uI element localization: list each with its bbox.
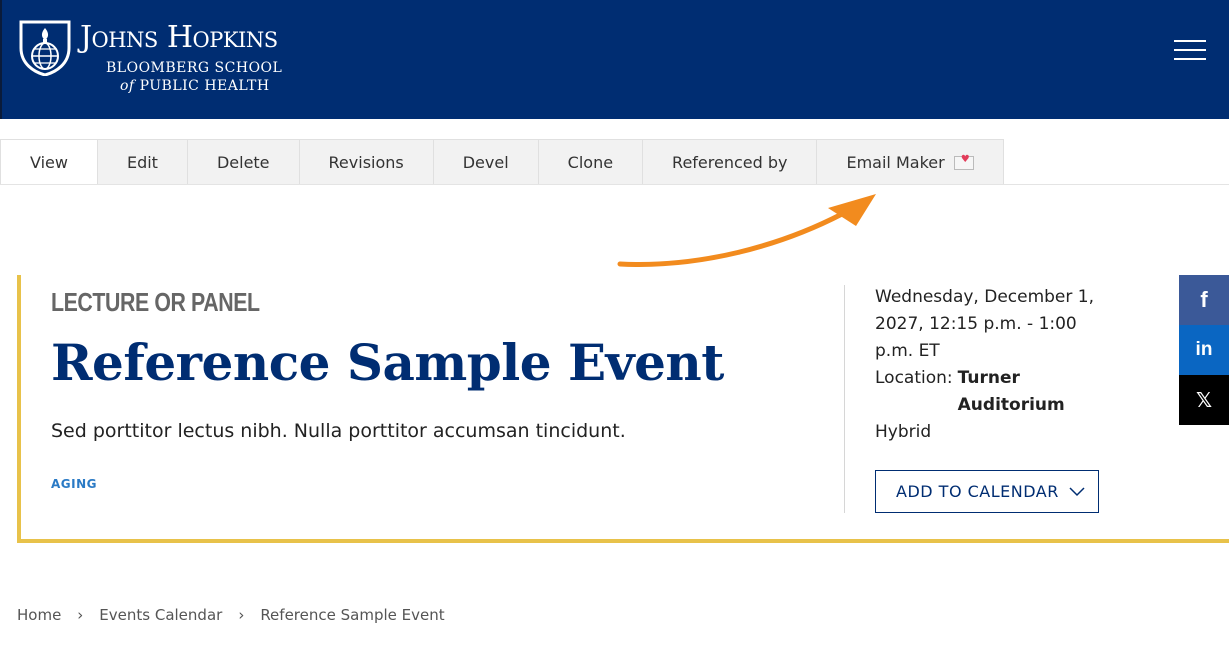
tab-clone[interactable]: Clone xyxy=(537,139,644,184)
event-type: LECTURE OR PANEL xyxy=(51,287,260,317)
logo-subtitle-school: BLOOMBERG SCHOOL xyxy=(106,60,283,76)
annotation-arrow-icon xyxy=(617,194,876,267)
jhu-logo[interactable]: Johns Hopkins BLOOMBERG SCHOOL of PUBLIC… xyxy=(18,18,318,100)
breadcrumb-separator: › xyxy=(77,606,84,624)
linkedin-icon[interactable]: in xyxy=(1179,325,1229,375)
location-value: Turner Auditorium xyxy=(957,368,1065,415)
x-icon[interactable]: 𝕏 xyxy=(1179,375,1229,425)
tab-email-maker-label: Email Maker xyxy=(846,153,945,172)
event-meta: Wednesday, December 1, 2027, 12:15 p.m. … xyxy=(875,284,1115,446)
tab-referenced-by[interactable]: Referenced by xyxy=(642,139,818,184)
breadcrumb: Home › Events Calendar › Reference Sampl… xyxy=(17,606,445,624)
social-share-bar: f in 𝕏 xyxy=(1179,275,1229,425)
hamburger-icon[interactable] xyxy=(1174,40,1206,66)
breadcrumb-events-calendar[interactable]: Events Calendar xyxy=(99,606,222,624)
event-description: Sed porttitor lectus nibh. Nulla porttit… xyxy=(51,420,626,442)
breadcrumb-home[interactable]: Home xyxy=(17,606,61,624)
event-tag-link[interactable]: AGING xyxy=(51,477,97,491)
facebook-icon[interactable]: f xyxy=(1179,275,1229,325)
event-card: LECTURE OR PANEL Reference Sample Event … xyxy=(17,275,1229,543)
location-label: Location: xyxy=(875,368,953,388)
add-to-calendar-button[interactable]: ADD TO CALENDAR xyxy=(875,470,1099,513)
tab-edit[interactable]: Edit xyxy=(96,139,188,184)
event-datetime: Wednesday, December 1, 2027, 12:15 p.m. … xyxy=(875,287,1095,361)
breadcrumb-current: Reference Sample Event xyxy=(260,606,445,624)
logo-title: Johns Hopkins xyxy=(80,20,278,55)
admin-tabs: View Edit Delete Revisions Devel Clone R… xyxy=(0,139,1229,185)
breadcrumb-separator: › xyxy=(238,606,245,624)
shield-globe-icon xyxy=(19,20,71,76)
event-location: Location: Turner Auditorium xyxy=(875,365,1115,419)
logo-subtitle-public-health: of PUBLIC HEALTH xyxy=(120,78,270,94)
tab-email-maker[interactable]: Email Maker xyxy=(816,139,1004,184)
love-letter-icon xyxy=(953,153,974,170)
event-format: Hybrid xyxy=(875,422,932,442)
tab-delete[interactable]: Delete xyxy=(186,139,300,184)
chevron-down-icon xyxy=(1069,486,1085,496)
tab-view[interactable]: View xyxy=(0,139,98,184)
event-divider xyxy=(844,285,845,513)
tab-devel[interactable]: Devel xyxy=(432,139,539,184)
page-title: Reference Sample Event xyxy=(51,333,724,392)
site-header: Johns Hopkins BLOOMBERG SCHOOL of PUBLIC… xyxy=(0,0,1229,119)
add-to-calendar-label: ADD TO CALENDAR xyxy=(896,482,1059,501)
tab-revisions[interactable]: Revisions xyxy=(298,139,434,184)
